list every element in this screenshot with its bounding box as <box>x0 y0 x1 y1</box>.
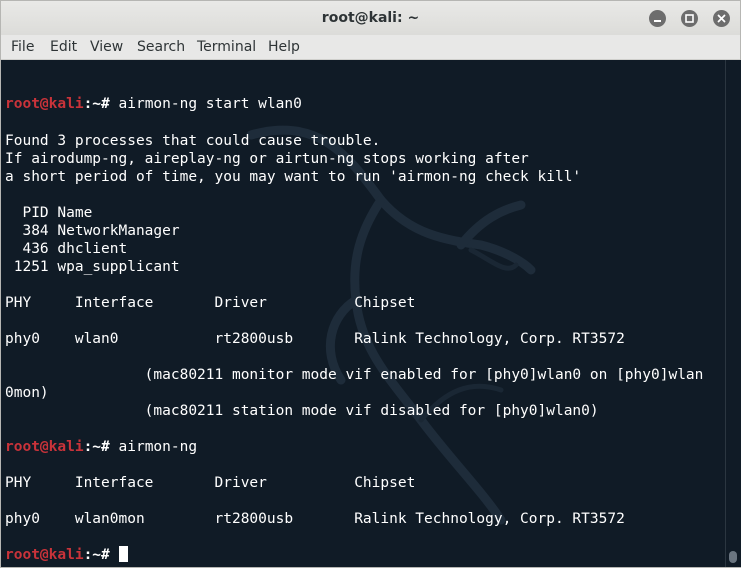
process-row: 1251 wpa_supplicant <box>5 259 180 275</box>
title-bar[interactable]: root@kali: ~ <box>1 1 740 35</box>
prompt-line-1: root@kali:~# airmon-ng start wlan0 <box>5 95 302 113</box>
process-header: PID Name <box>5 205 93 221</box>
output-line: 0mon) <box>5 385 49 401</box>
menu-bar: File Edit View Search Terminal Help <box>1 35 740 60</box>
command-2: airmon-ng <box>118 439 198 455</box>
terminal-window: root@kali: ~ File Edit View Search Termi… <box>0 0 741 568</box>
menu-edit[interactable]: Edit <box>50 35 77 59</box>
prompt-user-host: root@kali <box>5 96 84 112</box>
menu-view[interactable]: View <box>90 35 123 59</box>
prompt-line-3[interactable]: root@kali:~# <box>5 546 128 564</box>
command-1: airmon-ng start wlan0 <box>118 96 302 112</box>
menu-terminal[interactable]: Terminal <box>197 35 256 59</box>
terminal-scrollbar[interactable] <box>725 60 741 567</box>
maximize-icon[interactable] <box>681 10 698 27</box>
close-icon[interactable] <box>713 10 730 27</box>
process-row: 436 dhclient <box>5 241 128 257</box>
scrollbar-thumb[interactable] <box>729 551 737 563</box>
menu-search[interactable]: Search <box>137 35 185 59</box>
prompt-user-host: root@kali <box>5 547 84 563</box>
terminal-output[interactable]: root@kali:~# airmon-ng start wlan0 Found… <box>1 60 725 567</box>
output-line: (mac80211 monitor mode vif enabled for [… <box>5 367 704 383</box>
menu-help[interactable]: Help <box>268 35 300 59</box>
interface-table-header: PHY Interface Driver Chipset <box>5 295 416 311</box>
prompt-path: :~# <box>83 547 119 563</box>
interface-table-row: phy0 wlan0mon rt2800usb Ralink Technolog… <box>5 511 625 527</box>
process-row: 384 NetworkManager <box>5 223 180 239</box>
output-line: Found 3 processes that could cause troub… <box>5 133 381 149</box>
interface-table-row: phy0 wlan0 rt2800usb Ralink Technology, … <box>5 331 625 347</box>
text-cursor <box>118 546 128 562</box>
window-title: root@kali: ~ <box>321 10 420 26</box>
prompt-user-host: root@kali <box>5 439 84 455</box>
prompt-path: :~# <box>83 439 119 455</box>
menu-file[interactable]: File <box>11 35 34 59</box>
interface-table-header: PHY Interface Driver Chipset <box>5 475 416 491</box>
prompt-path: :~# <box>83 96 119 112</box>
output-line: (mac80211 station mode vif disabled for … <box>5 403 599 419</box>
prompt-line-2: root@kali:~# airmon-ng <box>5 438 197 456</box>
minimize-icon[interactable] <box>649 10 666 27</box>
output-line: a short period of time, you may want to … <box>5 169 582 185</box>
output-line: If airodump-ng, aireplay-ng or airtun-ng… <box>5 151 529 167</box>
